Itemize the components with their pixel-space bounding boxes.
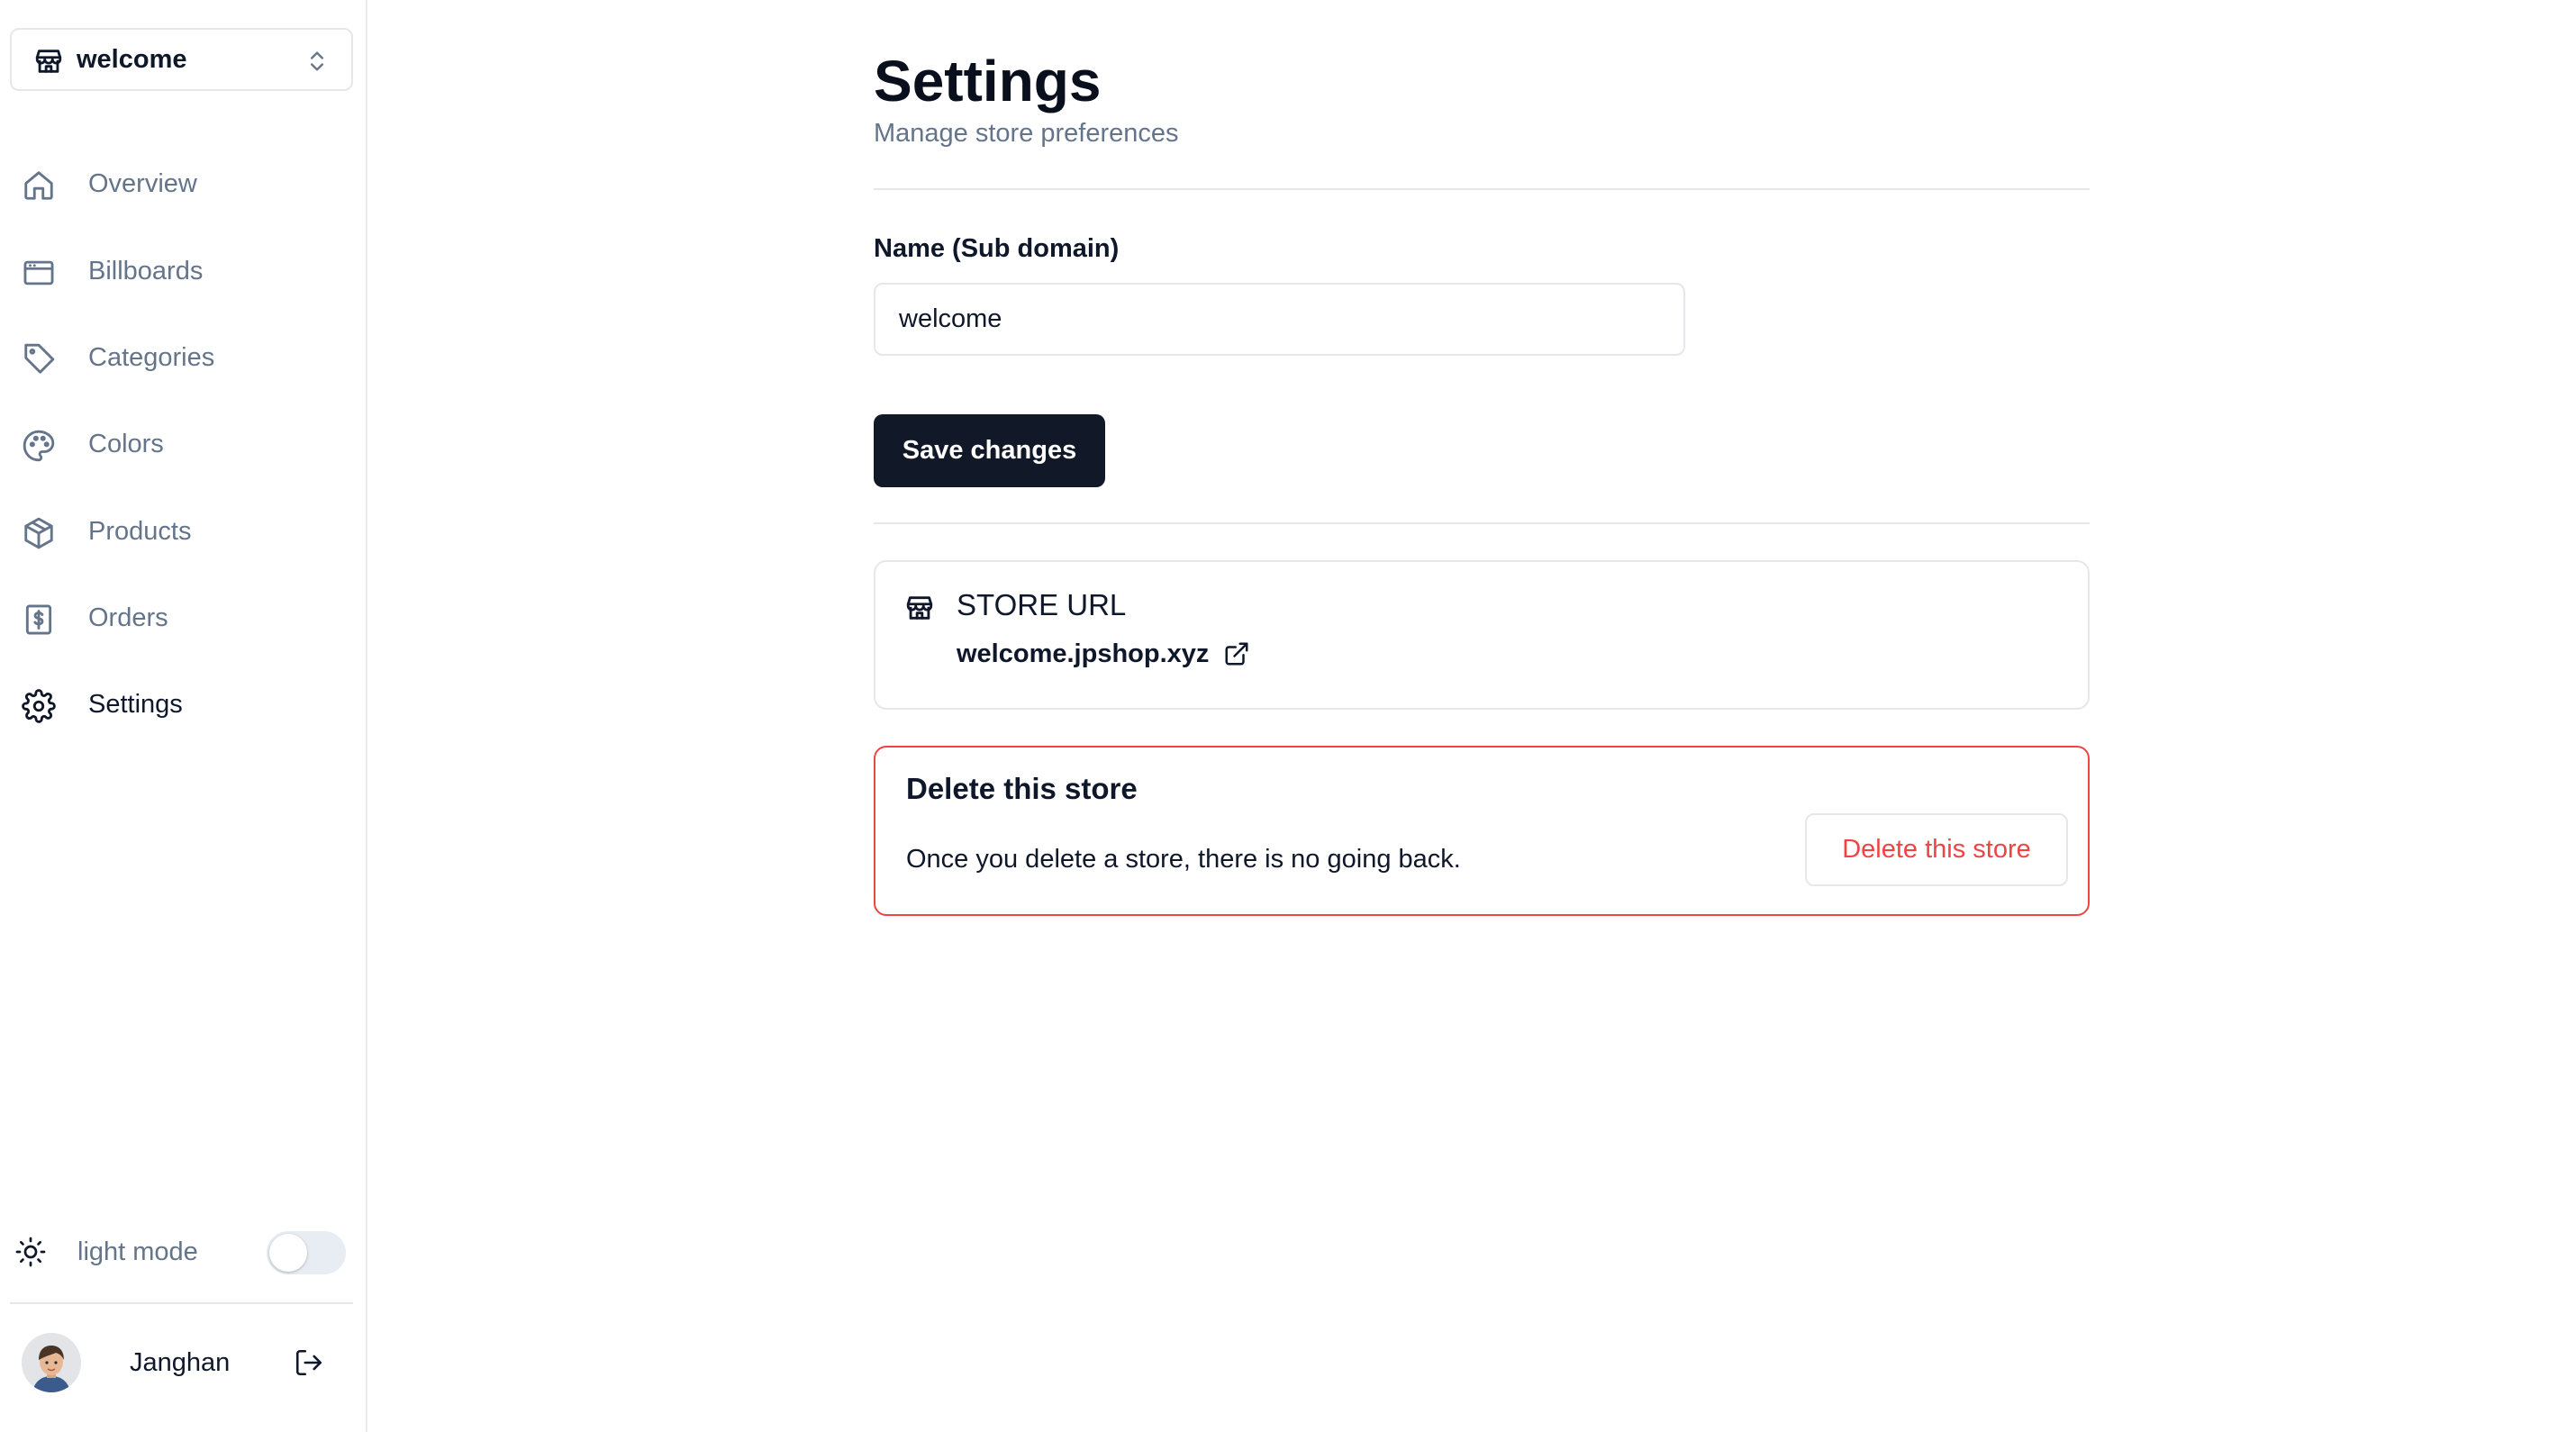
danger-zone-title: Delete this store — [906, 772, 1138, 805]
chevrons-up-down-icon — [304, 48, 330, 75]
selected-store-name: welcome — [77, 45, 187, 74]
billboard-icon — [22, 256, 56, 290]
external-link-icon — [1223, 640, 1250, 667]
sidebar-item-label: Overview — [88, 169, 197, 198]
store-url-link[interactable]: welcome.jpshop.xyz — [957, 636, 1250, 672]
divider — [874, 522, 2090, 524]
page-subtitle: Manage store preferences — [874, 119, 1179, 148]
sidebar-item-label: Orders — [88, 603, 168, 632]
store-switcher[interactable]: welcome — [10, 28, 353, 91]
save-changes-button[interactable]: Save changes — [874, 414, 1105, 487]
sidebar-item-billboards[interactable]: Billboards — [22, 244, 346, 298]
theme-mode-label: light mode — [77, 1237, 198, 1266]
sidebar: welcome Overview Billboards Categories C… — [0, 0, 367, 1432]
tag-icon — [22, 342, 56, 376]
sidebar-divider — [10, 1302, 353, 1304]
sun-icon — [14, 1236, 47, 1268]
store-url-card: STORE URL welcome.jpshop.xyz — [874, 560, 2090, 710]
store-name-input[interactable] — [874, 283, 1685, 356]
store-url-text: welcome.jpshop.xyz — [957, 639, 1210, 668]
sidebar-item-label: Settings — [88, 690, 183, 719]
logout-icon[interactable] — [294, 1347, 324, 1378]
delete-store-button[interactable]: Delete this store — [1805, 813, 2068, 886]
store-url-title: STORE URL — [957, 588, 1127, 621]
theme-mode-row: light mode — [14, 1225, 348, 1279]
store-icon — [904, 593, 935, 623]
danger-zone-description: Once you delete a store, there is no goi… — [906, 845, 1461, 874]
sidebar-item-label: Colors — [88, 430, 164, 458]
home-icon — [22, 168, 56, 203]
sidebar-item-label: Categories — [88, 343, 215, 372]
receipt-icon — [22, 603, 56, 637]
divider — [874, 188, 2090, 190]
store-icon — [33, 46, 64, 77]
sidebar-item-products[interactable]: Products — [22, 504, 346, 558]
danger-zone-card: Delete this store Once you delete a stor… — [874, 746, 2090, 916]
sidebar-item-overview[interactable]: Overview — [22, 157, 346, 211]
sidebar-item-label: Billboards — [88, 257, 204, 285]
sidebar-item-categories[interactable]: Categories — [22, 331, 346, 385]
avatar[interactable] — [22, 1333, 81, 1392]
package-icon — [22, 516, 56, 550]
sidebar-item-label: Products — [88, 517, 192, 546]
sidebar-item-colors[interactable]: Colors — [22, 417, 346, 471]
gear-icon — [22, 689, 56, 723]
palette-icon — [22, 429, 56, 463]
page-title: Settings — [874, 49, 1102, 113]
theme-toggle[interactable] — [267, 1231, 346, 1274]
user-name: Janghan — [130, 1348, 231, 1377]
sidebar-item-orders[interactable]: Orders — [22, 591, 346, 645]
name-field-label: Name (Sub domain) — [874, 234, 1120, 263]
toggle-knob — [269, 1234, 307, 1272]
sidebar-item-settings[interactable]: Settings — [22, 677, 346, 731]
user-profile: Janghan — [22, 1333, 337, 1392]
